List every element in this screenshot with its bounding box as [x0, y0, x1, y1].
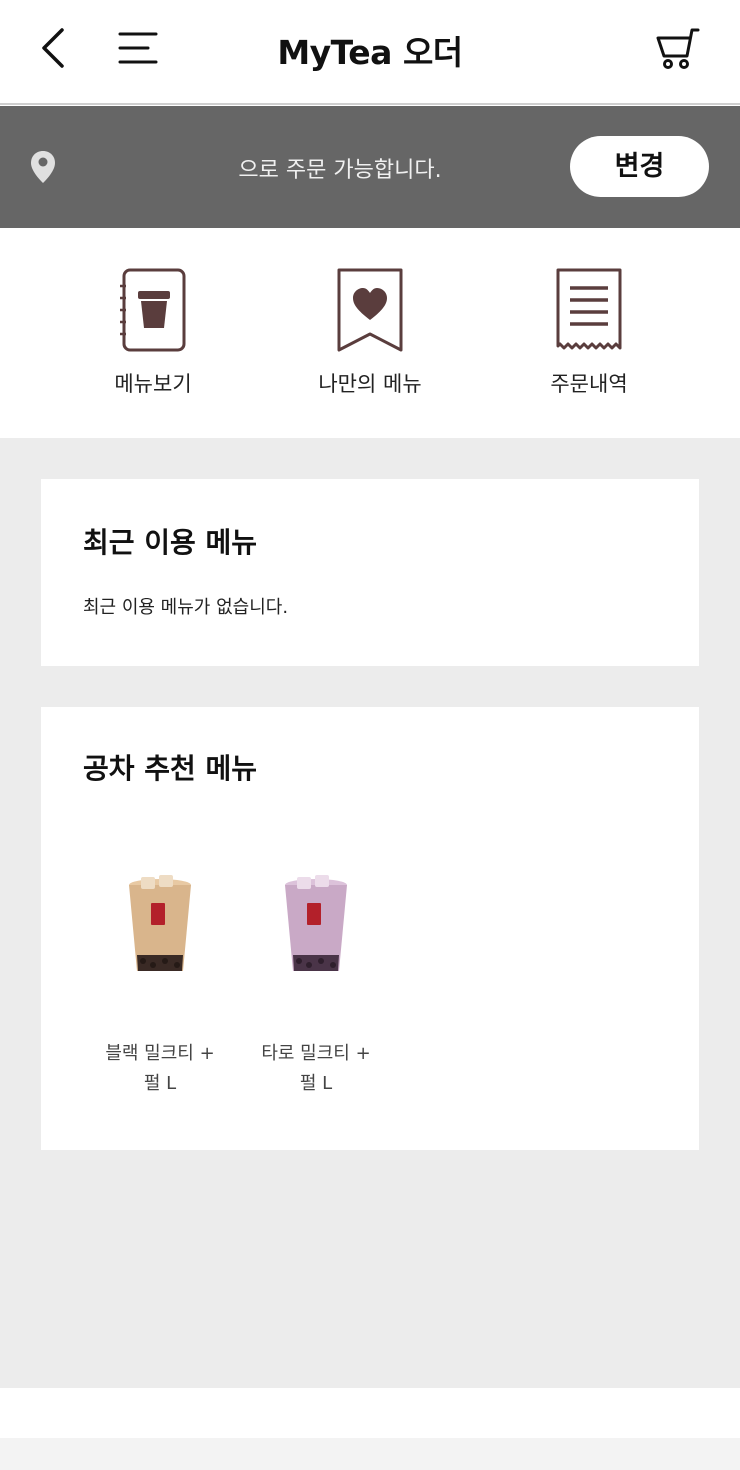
cart-icon[interactable] [654, 26, 702, 72]
product-item[interactable]: 타로 밀크티 + 펄 L [241, 875, 391, 1099]
taro-milk-tea-drink-image [285, 875, 347, 971]
product-name-line2: 펄 L [143, 1073, 177, 1094]
my-menu-button[interactable]: 나만의 메뉴 [285, 268, 455, 398]
bottom-area [0, 1388, 740, 1438]
bottom-nav-bar [0, 1438, 740, 1470]
page-title: MyTea 오더 [277, 33, 463, 72]
recent-menu-title: 최근 이용 메뉴 [83, 526, 258, 559]
product-item[interactable]: 블랙 밀크티 + 펄 L [85, 875, 235, 1099]
recent-menu-empty-text: 최근 이용 메뉴가 없습니다. [83, 597, 289, 618]
order-history-button[interactable]: 주문내역 [504, 268, 674, 398]
receipt-icon [556, 268, 622, 350]
product-name-line1: 블랙 밀크티 + [105, 1043, 215, 1064]
milk-tea-drink-image [129, 875, 191, 971]
my-menu-label: 나만의 메뉴 [318, 372, 422, 396]
order-history-label: 주문내역 [550, 372, 628, 396]
menu-view-label: 메뉴보기 [114, 372, 192, 396]
recommend-menu-card: 공차 추천 메뉴 블랙 밀크티 + 펄 L 타로 밀크티 + 펄 L [41, 707, 699, 1150]
heart-bookmark-icon [337, 268, 403, 352]
recent-menu-card: 최근 이용 메뉴 최근 이용 메뉴가 없습니다. [41, 479, 699, 666]
product-name-line2: 펄 L [299, 1073, 333, 1094]
recommend-menu-title: 공차 추천 메뉴 [83, 752, 258, 785]
product-name-line1: 타로 밀크티 + [261, 1043, 371, 1064]
cup-menu-icon [120, 268, 186, 352]
menu-view-button[interactable]: 메뉴보기 [68, 268, 238, 398]
change-location-button[interactable]: 변경 [570, 136, 709, 197]
